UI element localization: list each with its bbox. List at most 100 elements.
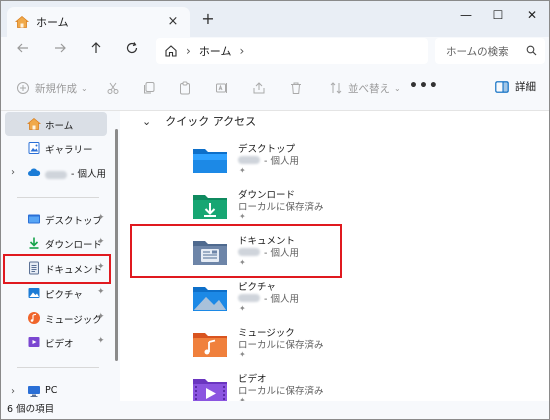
- sidebar-item-gallery[interactable]: ギャラリー: [5, 136, 107, 160]
- breadcrumb-home[interactable]: ホーム: [199, 43, 232, 59]
- sidebar-label-home: ホーム: [45, 121, 74, 132]
- file-explorer-window: ホーム × + — ☐ ✕ › ホーム › ホームの検索 新規作成 ⌄ 並べ替え…: [0, 0, 550, 420]
- share-icon: [250, 79, 268, 97]
- pin-icon: ✦: [239, 304, 246, 313]
- address-bar[interactable]: › ホーム ›: [156, 38, 428, 64]
- close-window-button[interactable]: ✕: [517, 5, 547, 25]
- minimize-button[interactable]: —: [451, 5, 481, 25]
- folder-subtitle-text: - 個人用: [264, 156, 299, 167]
- arrow-right-icon: [55, 43, 66, 53]
- pictures-folder-icon: [193, 287, 227, 311]
- folder-pictures[interactable]: ピクチャ - 個人用 ✦: [192, 277, 452, 321]
- sidebar-label-pc: PC: [45, 385, 58, 396]
- trash-icon: [287, 79, 305, 97]
- details-pane-button[interactable]: 詳細: [495, 79, 536, 94]
- folder-subtitle: ローカルに保存済み: [238, 340, 324, 351]
- forward-button[interactable]: [49, 40, 71, 62]
- sidebar-divider: [17, 197, 99, 198]
- sidebar-item-pictures[interactable]: ピクチャ ✦: [5, 281, 107, 305]
- pin-icon: ✦: [239, 350, 246, 359]
- sidebar-onedrive-suffix: - 個人用: [71, 169, 106, 180]
- downloads-folder-icon: [193, 195, 227, 219]
- folder-subtitle: - 個人用: [238, 153, 299, 167]
- sidebar-label-gallery: ギャラリー: [45, 145, 93, 156]
- new-button[interactable]: 新規作成 ⌄: [14, 78, 88, 98]
- address-row: › ホーム › ホームの検索: [1, 37, 549, 65]
- title-bar: ホーム × + — ☐ ✕: [1, 1, 549, 37]
- home-icon: [15, 15, 29, 28]
- blurred-account-name: [238, 294, 260, 302]
- folder-desktop[interactable]: デスクトップ - 個人用 ✦: [192, 139, 452, 183]
- gallery-icon: [28, 142, 40, 154]
- command-bar: 新規作成 ⌄ 並べ替え ⌄ ••• 詳細: [1, 65, 549, 111]
- maximize-button[interactable]: ☐: [483, 5, 513, 25]
- search-icon: [526, 45, 537, 56]
- download-icon: [29, 237, 39, 249]
- music-folder-icon: [193, 333, 227, 357]
- sidebar-item-videos[interactable]: ビデオ ✦: [5, 330, 107, 354]
- sidebar-item-onedrive[interactable]: - 個人用: [5, 160, 107, 184]
- folder-subtitle-text: - 個人用: [264, 294, 299, 305]
- navigation-scrollbar[interactable]: [115, 129, 118, 361]
- sidebar-item-desktop[interactable]: デスクトップ ✦: [5, 207, 107, 231]
- home-outline-icon: [165, 45, 177, 57]
- plus-circle-icon: [14, 79, 32, 97]
- highlight-documents-folder: [130, 224, 342, 278]
- blurred-account-name: [45, 170, 67, 179]
- sort-button[interactable]: 並べ替え ⌄: [327, 78, 401, 98]
- delete-button[interactable]: [287, 78, 305, 98]
- item-count: 6 個の項目: [7, 404, 55, 415]
- sidebar-item-music[interactable]: ミュージック ✦: [5, 306, 107, 330]
- pin-icon: ✦: [97, 213, 105, 223]
- pin-icon: ✦: [97, 312, 105, 322]
- status-bar: 6 個の項目: [1, 401, 549, 419]
- share-button[interactable]: [250, 78, 268, 98]
- rename-icon: [213, 79, 231, 97]
- breadcrumb-separator-icon: ›: [186, 44, 191, 58]
- quick-access-header[interactable]: ⌄ クイック アクセス: [142, 113, 256, 129]
- sort-chevron-down-icon: ⌄: [394, 83, 401, 93]
- copy-icon: [140, 79, 158, 97]
- new-tab-button[interactable]: +: [199, 10, 217, 28]
- sidebar-item-home[interactable]: ホーム: [5, 112, 107, 136]
- pin-icon: ✦: [239, 166, 246, 175]
- tab-home[interactable]: ホーム ×: [7, 7, 190, 37]
- pin-icon: ✦: [97, 237, 105, 247]
- breadcrumb-chevron-icon[interactable]: ›: [239, 44, 244, 58]
- more-options-button[interactable]: •••: [409, 78, 439, 94]
- close-tab-icon[interactable]: ×: [165, 14, 181, 30]
- video-icon: [28, 337, 40, 347]
- sidebar-label-onedrive: - 個人用: [45, 166, 106, 180]
- sort-label: 並べ替え: [348, 82, 390, 95]
- folder-downloads[interactable]: ダウンロード ローカルに保存済み ✦: [192, 185, 452, 229]
- sidebar-item-pc[interactable]: PC: [5, 379, 107, 403]
- copy-button[interactable]: [140, 78, 158, 98]
- scissors-icon: [104, 79, 122, 97]
- tab-title: ホーム: [36, 16, 69, 29]
- pin-icon: ✦: [97, 336, 105, 346]
- collapse-chevron-icon[interactable]: ⌄: [142, 115, 151, 128]
- cut-button[interactable]: [104, 78, 122, 98]
- folder-music[interactable]: ミュージック ローカルに保存済み ✦: [192, 323, 452, 367]
- folder-subtitle: - 個人用: [238, 291, 299, 305]
- details-label: 詳細: [515, 81, 536, 93]
- chevron-down-icon: ⌄: [81, 83, 88, 93]
- refresh-button[interactable]: [121, 40, 143, 62]
- arrow-up-icon: [91, 42, 101, 53]
- sort-icon: [327, 79, 345, 97]
- clipboard-icon: [176, 79, 194, 97]
- highlight-documents-sidebar: [3, 254, 111, 284]
- up-button[interactable]: [85, 40, 107, 62]
- sidebar-item-downloads[interactable]: ダウンロード ✦: [5, 231, 107, 255]
- blurred-account-name: [238, 156, 260, 164]
- new-label: 新規作成: [35, 82, 77, 95]
- computer-icon: [28, 386, 40, 397]
- back-button[interactable]: [12, 40, 34, 62]
- rename-button[interactable]: [213, 78, 231, 98]
- desktop-icon: [28, 214, 40, 224]
- folder-subtitle: ローカルに保存済み: [238, 386, 324, 397]
- search-box[interactable]: ホームの検索: [435, 38, 545, 64]
- pin-icon: ✦: [97, 287, 105, 297]
- paste-button[interactable]: [176, 78, 194, 98]
- sidebar-label-videos: ビデオ: [45, 339, 74, 350]
